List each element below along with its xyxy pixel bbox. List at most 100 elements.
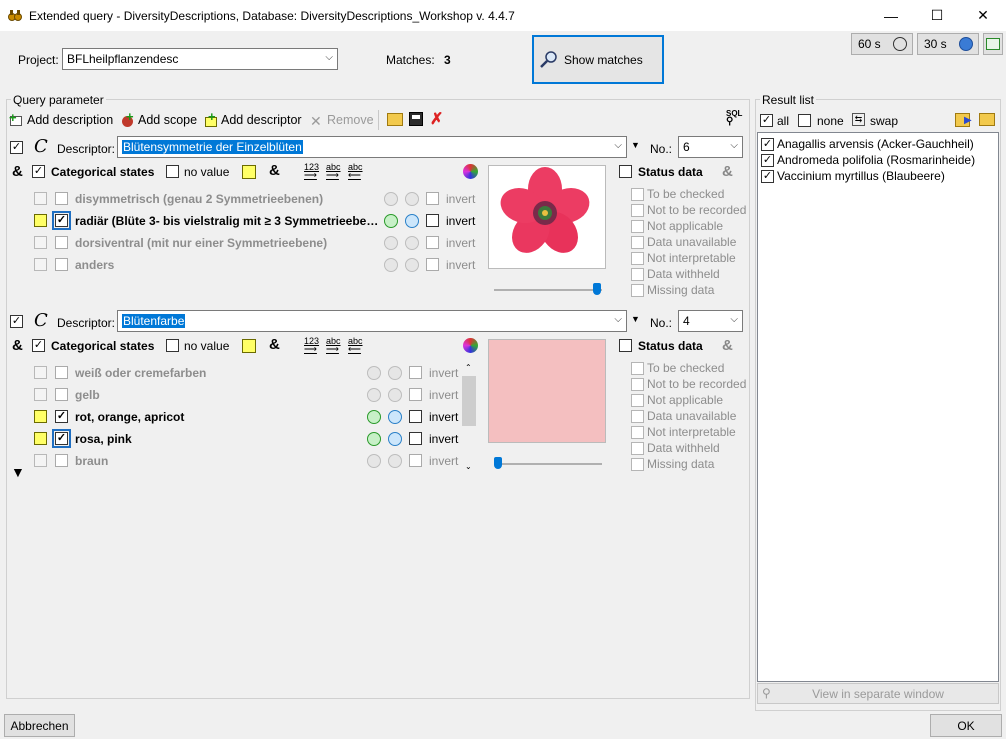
status-item[interactable]: Missing data (631, 283, 714, 297)
close-button[interactable]: ✕ (960, 0, 1006, 31)
maximize-button[interactable]: ☐ (914, 0, 960, 31)
descriptor1-menu-arrow[interactable]: ▼ (631, 140, 640, 150)
state-checkbox[interactable] (55, 366, 68, 379)
status2-and-operator[interactable]: & (722, 337, 733, 354)
descriptor2-select[interactable]: Blütenfarbe ⌵ (117, 310, 627, 332)
waveform-icon[interactable] (384, 192, 398, 206)
swap-icon[interactable]: ⇆ (852, 113, 865, 126)
status-checkbox[interactable] (631, 267, 644, 281)
status-item[interactable]: Not to be recorded (631, 203, 746, 217)
descriptor2-number-select[interactable]: 4 ⌵ (678, 310, 743, 332)
invert-checkbox[interactable] (409, 366, 422, 379)
descriptor-state-icon[interactable] (242, 339, 256, 353)
remove-button[interactable]: ✕ Remove (310, 112, 374, 129)
status-checkbox[interactable] (631, 377, 644, 391)
clear-icon[interactable]: ✗ (430, 109, 443, 129)
status-item[interactable]: Data withheld (631, 267, 720, 281)
invert-checkbox[interactable] (409, 454, 422, 467)
status1-and-operator[interactable]: & (722, 163, 733, 180)
select-none-checkbox[interactable] (798, 114, 811, 127)
save-icon[interactable] (409, 112, 423, 126)
status-checkbox[interactable] (631, 187, 644, 201)
descriptor2-menu-arrow[interactable]: ▼ (631, 314, 640, 324)
result-checkbox[interactable] (761, 153, 774, 167)
add-descriptor-button[interactable]: + Add descriptor (204, 109, 302, 128)
categorical-states1-checkbox[interactable] (32, 165, 45, 178)
status-checkbox[interactable] (631, 283, 644, 297)
state-checkbox[interactable] (52, 211, 71, 230)
export-button[interactable] (983, 33, 1003, 55)
timer-60-button[interactable]: 60 s (851, 33, 913, 55)
image1-slider[interactable] (494, 281, 602, 295)
result-item[interactable]: Andromeda polifolia (Rosmarinheide) (761, 152, 995, 168)
state-row[interactable]: anders invert (0, 256, 480, 274)
add-description-button[interactable]: + Add description (9, 110, 113, 128)
swap-label[interactable]: swap (870, 114, 898, 128)
waveform-icon[interactable] (388, 388, 402, 402)
status-checkbox[interactable] (631, 235, 644, 249)
invert-checkbox[interactable] (409, 388, 422, 401)
state-checkbox[interactable] (55, 192, 68, 205)
status-item[interactable]: Not to be recorded (631, 377, 746, 391)
color-wheel-icon[interactable] (463, 338, 478, 353)
result-item[interactable]: Anagallis arvensis (Acker-Gauchheil) (761, 136, 995, 152)
state-row[interactable]: disymmetrisch (genau 2 Symmetrieebenen) i… (0, 190, 480, 208)
timer-30-button[interactable]: 30 s (917, 33, 979, 55)
status-checkbox[interactable] (631, 219, 644, 233)
state-row[interactable]: rosa, pink invert (0, 429, 460, 448)
image2-slider[interactable] (494, 455, 602, 469)
minimize-button[interactable]: — (868, 0, 914, 31)
descriptor1-enable-checkbox[interactable] (10, 141, 23, 154)
project-select[interactable]: BFLheilpflanzendesc ⌵ (62, 48, 338, 70)
state-row[interactable]: radiär (Blüte 3- bis vielstralig mit ≥ 3… (0, 211, 480, 230)
waveform-icon[interactable] (405, 192, 419, 206)
show-matches-button[interactable]: Show matches (532, 35, 664, 84)
sort-numeric-icon[interactable]: 123 ⟶ (304, 163, 319, 180)
waveform-icon[interactable] (384, 236, 398, 250)
sort-alpha-desc-icon[interactable]: abc ⟵ (348, 337, 363, 354)
waveform-icon[interactable] (367, 388, 381, 402)
status-item[interactable]: Not applicable (631, 219, 723, 233)
scroll-up-icon[interactable]: ⌃ (465, 363, 472, 372)
result-item[interactable]: Vaccinium myrtillus (Blaubeere) (761, 168, 995, 184)
descriptor1-select[interactable]: Blütensymmetrie der Einzelblüten ⌵ (117, 136, 627, 158)
sort-alpha-desc-icon[interactable]: abc ⟵ (348, 163, 363, 180)
state-checkbox[interactable] (52, 429, 71, 448)
status-item[interactable]: Data unavailable (631, 235, 736, 249)
status-checkbox[interactable] (631, 361, 644, 375)
status-checkbox[interactable] (631, 251, 644, 265)
waveform-icon[interactable] (384, 258, 398, 272)
descriptor-state-icon[interactable] (242, 165, 256, 179)
no-value1-checkbox[interactable] (166, 165, 179, 178)
invert-checkbox[interactable] (409, 410, 422, 423)
status-data1-checkbox[interactable] (619, 165, 632, 178)
sort-numeric-icon[interactable]: 123 ⟶ (304, 337, 319, 354)
state-row[interactable]: braun invert (0, 452, 460, 470)
no-value2-checkbox[interactable] (166, 339, 179, 352)
status-checkbox[interactable] (631, 409, 644, 423)
status-item[interactable]: Not applicable (631, 393, 723, 407)
load-list-icon[interactable]: ▶ (955, 113, 972, 127)
status-checkbox[interactable] (631, 425, 644, 439)
waveform-icon[interactable] (367, 432, 381, 446)
scrollbar-thumb[interactable] (462, 376, 476, 426)
waveform-icon[interactable] (367, 454, 381, 468)
cancel-button[interactable]: Abbrechen (4, 714, 75, 737)
states2-scrollbar[interactable]: ⌃ ⌄ (461, 362, 477, 476)
status-item[interactable]: Data withheld (631, 441, 720, 455)
status-item[interactable]: To be checked (631, 361, 724, 375)
sql-icon[interactable]: SQL ⚲ (726, 110, 742, 127)
waveform-icon[interactable] (405, 236, 419, 250)
invert-checkbox[interactable] (426, 192, 439, 205)
status-item[interactable]: Data unavailable (631, 409, 736, 423)
waveform-icon[interactable] (388, 454, 402, 468)
descriptor1-and-operator[interactable]: & (12, 163, 23, 180)
categorical-states2-checkbox[interactable] (32, 339, 45, 352)
result-list[interactable]: Anagallis arvensis (Acker-Gauchheil) Andr… (757, 132, 999, 682)
states1-and-operator[interactable]: & (269, 162, 280, 179)
result-checkbox[interactable] (761, 169, 774, 183)
descriptor1-number-select[interactable]: 6 ⌵ (678, 136, 743, 158)
state-checkbox[interactable] (55, 388, 68, 401)
status-checkbox[interactable] (631, 203, 644, 217)
result-checkbox[interactable] (761, 137, 774, 151)
